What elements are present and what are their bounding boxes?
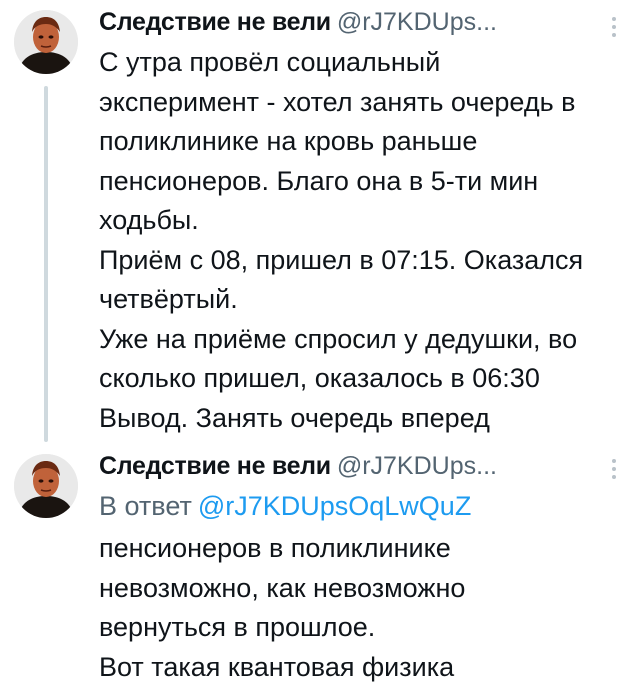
tweet-text-line: четвёртый. bbox=[99, 284, 238, 314]
tweet-text-line: Уже на приёме спросил у дедушки, во bbox=[99, 323, 578, 354]
tweet-text: С утра провёл социальный эксперимент - х… bbox=[99, 43, 619, 438]
more-vertical-icon[interactable] bbox=[602, 10, 626, 44]
reply-context: В ответ @rJ7KDUpsOqLwQuZ bbox=[99, 487, 471, 526]
reply-handle-link[interactable]: @rJ7KDUpsOqLwQuZ bbox=[198, 491, 471, 521]
tweet-text-line: поликлинике на кровь раньше bbox=[99, 126, 478, 156]
tweet-text-line: ходьбы. bbox=[99, 205, 199, 235]
author-handle[interactable]: @rJ7KDUps... bbox=[337, 452, 497, 480]
avatar-portrait-image bbox=[14, 10, 78, 74]
thread-connector-line bbox=[44, 86, 48, 442]
avatar[interactable] bbox=[14, 10, 78, 74]
tweet-text-line: эксперимент - хотел занять очередь в bbox=[99, 86, 576, 117]
tweet-text-line: Вот такая квантовая физика bbox=[99, 651, 455, 682]
tweet-text-line: пенсионеров. Благо она в 5-ти мин bbox=[99, 165, 539, 196]
author-name[interactable]: Следствие не вели bbox=[99, 8, 331, 36]
tweet-text-line: вернуться в прошлое. bbox=[99, 612, 376, 642]
tweet-text-line: сколько пришел, оказалось в 06:30 bbox=[99, 363, 540, 393]
tweet-text-line: С утра провёл социальный bbox=[99, 47, 441, 77]
author-handle[interactable]: @rJ7KDUps... bbox=[337, 8, 497, 36]
tweet-header: Следствие не вели @rJ7KDUps... bbox=[99, 449, 590, 483]
tweet[interactable]: Следствие не вели @rJ7KDUps... С утра про… bbox=[0, 0, 640, 442]
avatar-portrait-image bbox=[14, 454, 78, 518]
author-name[interactable]: Следствие не вели bbox=[99, 452, 331, 480]
more-vertical-icon[interactable] bbox=[602, 452, 626, 486]
tweet-text-line: Вывод. Занять очередь вперед bbox=[99, 402, 490, 433]
tweet-text-line: пенсионеров в поликлинике bbox=[99, 533, 451, 563]
tweet[interactable]: Следствие не вели @rJ7KDUps... В ответ @rJ… bbox=[0, 440, 640, 693]
avatar[interactable] bbox=[14, 454, 78, 518]
tweet-text: пенсионеров в поликлинике невозможно, ка… bbox=[99, 529, 619, 687]
tweet-text-line: Приём с 08, пришел в 07:15. Оказался bbox=[99, 244, 584, 275]
reply-prefix: В ответ bbox=[99, 491, 192, 521]
tweet-header: Следствие не вели @rJ7KDUps... bbox=[99, 5, 590, 39]
tweet-text-line: невозможно, как невозможно bbox=[99, 572, 466, 603]
